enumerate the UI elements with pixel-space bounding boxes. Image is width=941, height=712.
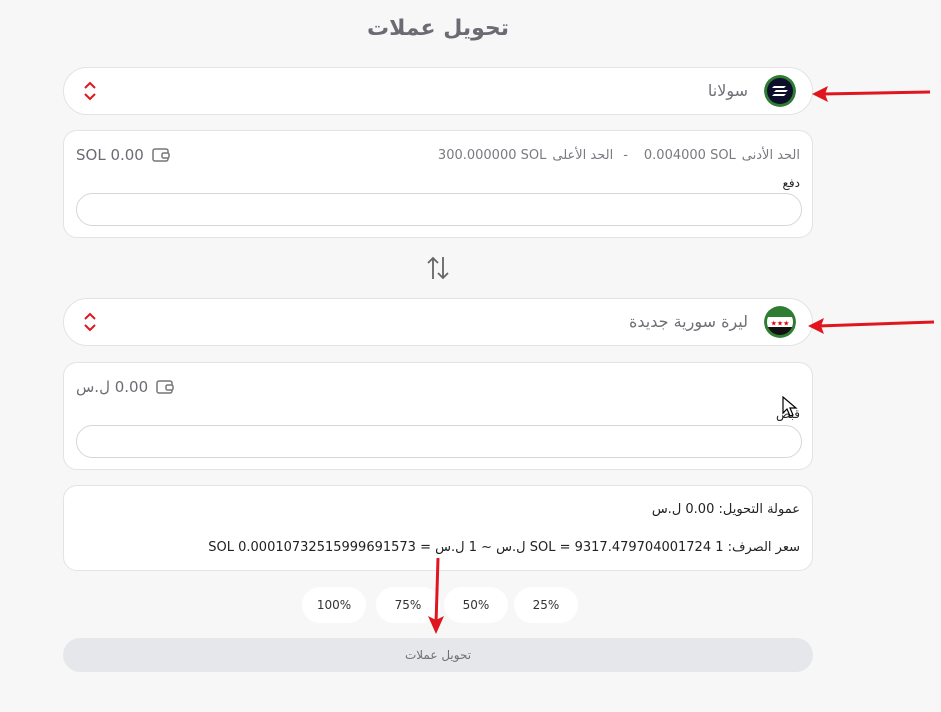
svg-text:★★★: ★★★ xyxy=(771,320,790,328)
syria-flag-icon: ★★★ xyxy=(764,306,796,338)
limit-separator: - xyxy=(623,148,628,163)
limit-max-value: 300.000000 SOL xyxy=(437,148,547,163)
amount-limits: الحد الأدنى 0.004000 SOL-الحد الأعلى 300.0… xyxy=(432,148,800,163)
wallet-icon xyxy=(156,380,174,394)
limit-min-label: الحد الأدنى xyxy=(741,148,800,163)
receive-amount-input[interactable] xyxy=(76,425,802,458)
from-balance: SOL 0.00 xyxy=(76,146,170,164)
annotation-arrow-icon xyxy=(428,557,444,634)
pay-field-label: دفع xyxy=(782,176,800,190)
swap-direction-icon[interactable] xyxy=(426,255,450,281)
wallet-icon xyxy=(152,148,170,162)
to-balance-value: 0.00 ل.س xyxy=(76,378,149,396)
from-currency-selector[interactable]: سولانا xyxy=(63,67,813,115)
solana-logo-icon xyxy=(764,75,796,107)
chevron-up-down-icon xyxy=(84,81,96,101)
annotation-arrow-icon xyxy=(812,86,931,102)
percent-25-button[interactable]: 25% xyxy=(514,587,578,623)
to-currency-selector[interactable]: ليرة سورية جديدة ★★★ xyxy=(63,298,813,346)
pay-amount-input[interactable] xyxy=(76,193,802,226)
percent-50-button[interactable]: 50% xyxy=(444,587,508,623)
convert-submit-button[interactable]: تحويل عملات xyxy=(63,638,813,672)
mouse-cursor-icon xyxy=(782,396,798,417)
limit-max-label: الحد الأعلى xyxy=(552,148,614,163)
receive-amount-card: 0.00 ل.س قبض xyxy=(63,362,813,470)
from-currency-label: سولانا xyxy=(707,81,748,100)
pay-amount-card: SOL 0.00 الحد الأدنى 0.004000 SOL-الحد ال… xyxy=(63,130,813,238)
limit-min-value: 0.004000 SOL xyxy=(643,148,736,163)
exchange-rate-text: سعر الصرف: 1 SOL = 9317.479704001724 ل.س… xyxy=(208,540,800,555)
to-balance: 0.00 ل.س xyxy=(76,378,174,396)
to-currency-label: ليرة سورية جديدة xyxy=(628,312,748,331)
fee-text: عمولة التحويل: 0.00 ل.س xyxy=(651,502,800,517)
percent-100-button[interactable]: 100% xyxy=(302,587,366,623)
page-title: تحويل عملات xyxy=(366,16,510,41)
chevron-up-down-icon xyxy=(84,312,96,332)
from-balance-value: SOL 0.00 xyxy=(76,146,144,164)
annotation-arrow-icon xyxy=(808,318,935,334)
